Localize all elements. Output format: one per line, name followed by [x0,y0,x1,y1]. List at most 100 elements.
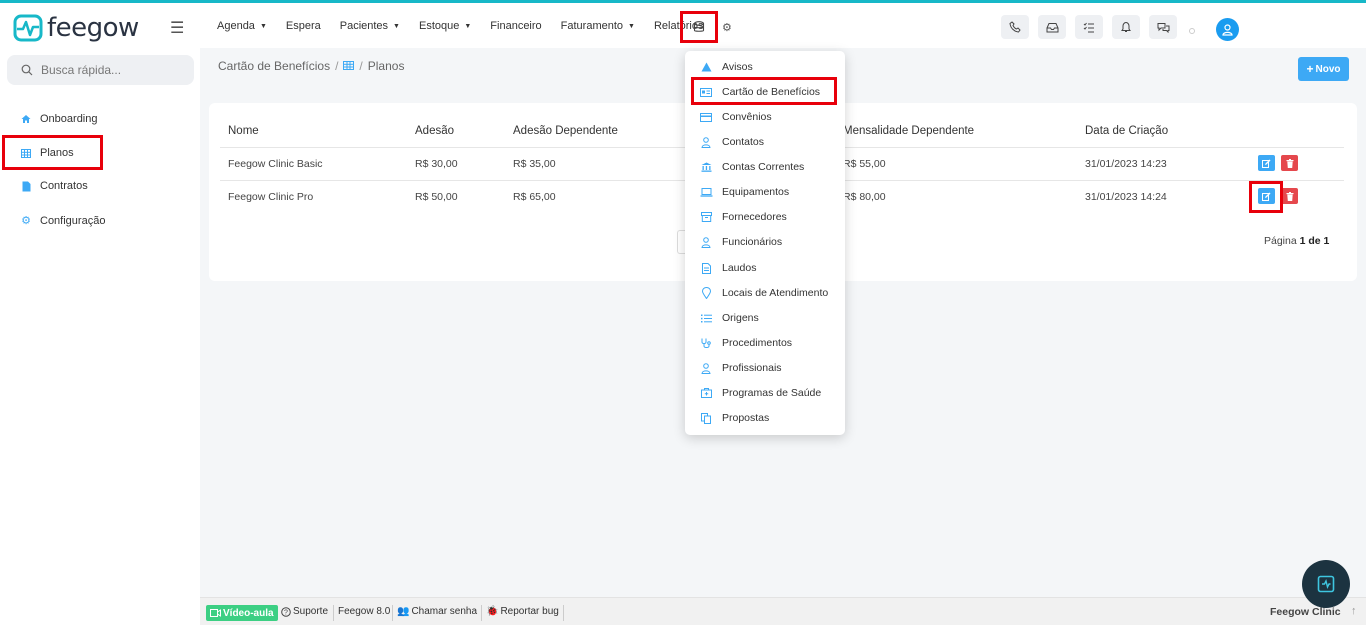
menu-item-convenios[interactable]: Convênios [699,109,772,125]
footer-divider [333,605,334,621]
version-label: Feegow 8.0 [338,606,391,617]
support-chat-icon [1317,575,1335,593]
gear-icon[interactable]: ⚙ [722,21,732,34]
menu-item-programas-saude[interactable]: Programas de Saúde [699,385,821,401]
avatar[interactable] [1216,18,1239,41]
column-header-mensalidade-dependente: Mensalidade Dependente [843,125,975,137]
logo[interactable]: feegow [13,13,139,43]
column-header-adesao-dependente: Adesão Dependente [513,125,618,137]
footer-bar: Vídeo-aula ? Suporte Feegow 8.0 👥 Chamar… [200,597,1366,625]
inbox-icon[interactable] [1038,15,1066,39]
cell-data-criacao: 31/01/2023 14:24 [1085,191,1167,203]
breadcrumb: Cartão de Benefícios / / Planos [218,59,404,73]
nav-agenda[interactable]: Agenda ▼ [217,20,267,32]
nav-pacientes[interactable]: Pacientes ▼ [340,20,400,32]
chat-icon[interactable] [1149,15,1177,39]
edit-icon [1262,159,1271,168]
edit-button[interactable] [1258,155,1275,171]
sidebar: Busca rápida... Onboarding Planos Contra… [0,48,200,625]
phone-icon[interactable] [1001,15,1029,39]
footer-divider [481,605,482,621]
pulse-logo-icon [13,14,43,42]
user-icon [699,136,713,148]
new-button[interactable]: + Novo [1298,57,1349,81]
user-icon [1222,23,1233,36]
menu-item-propostas[interactable]: Propostas [699,410,769,426]
table-icon [343,59,355,73]
breadcrumb-parent[interactable]: Cartão de Benefícios [218,59,330,73]
menu-item-origens[interactable]: Origens [699,310,759,326]
menu-item-avisos[interactable]: Avisos [699,59,753,75]
cell-mensalidade-dependente: R$ 55,00 [843,158,886,170]
menu-toggle-icon[interactable]: ☰ [170,18,184,38]
sidebar-item-contratos[interactable]: Contratos [20,180,88,192]
user-icon [699,236,713,248]
help-icon: ? [281,606,291,617]
warning-icon [699,62,713,72]
caret-down-icon: ▼ [259,23,267,30]
search-placeholder: Busca rápida... [41,63,122,77]
list-icon [699,314,713,323]
svg-text:?: ? [284,609,288,616]
cell-adesao: R$ 30,00 [415,158,458,170]
highlight-box-cartao [691,77,837,105]
document-icon [699,262,713,274]
database-menu-button[interactable] [680,11,718,43]
column-header-adesao: Adesão [415,125,455,137]
report-bug-link[interactable]: 🐞 Reportar bug [486,606,559,617]
sidebar-item-label: Contratos [40,180,88,192]
search-input[interactable]: Busca rápida... [7,55,194,85]
people-icon: 👥 [397,606,410,617]
gear-icon: ⚙ [21,215,31,227]
stethoscope-icon [699,338,713,349]
column-header-data-criacao: Data de Criação [1085,125,1169,137]
bell-icon[interactable] [1112,15,1140,39]
sidebar-item-configuracao[interactable]: ⚙ Configuração [20,214,105,228]
cell-nome: Feegow Clinic Pro [228,191,314,203]
menu-item-profissionais[interactable]: Profissionais [699,360,782,376]
location-pin-icon [699,287,713,299]
menu-item-contatos[interactable]: Contatos [699,134,764,150]
nav-estoque[interactable]: Estoque ▼ [419,20,471,32]
cell-adesao-dependente: R$ 35,00 [513,158,556,170]
breadcrumb-separator: / [335,59,339,73]
support-link[interactable]: ? Suporte [281,606,328,617]
video-lesson-button[interactable]: Vídeo-aula [206,605,278,621]
caret-down-icon: ▼ [393,23,400,30]
menu-item-funcionarios[interactable]: Funcionários [699,234,782,250]
nav-faturamento[interactable]: Faturamento ▼ [561,20,635,32]
menu-item-procedimentos[interactable]: Procedimentos [699,335,792,351]
nav-espera[interactable]: Espera [286,20,321,32]
logo-text: feegow [47,13,139,43]
menu-item-fornecedores[interactable]: Fornecedores [699,209,787,225]
column-header-nome: Nome [228,125,259,137]
delete-button[interactable] [1281,155,1298,171]
menu-item-contas-correntes[interactable]: Contas Correntes [699,159,804,175]
breadcrumb-separator: / [359,59,363,73]
database-dropdown-menu: Avisos Cartão de Benefícios Convênios Co… [685,51,845,435]
menu-item-locais-atendimento[interactable]: Locais de Atendimento [699,285,828,301]
arrow-up-icon[interactable]: ↑ [1351,605,1357,617]
call-password-link[interactable]: 👥 Chamar senha [397,606,477,617]
nav-financeiro[interactable]: Financeiro [490,20,541,32]
pagination-info: Página 1 de 1 [1264,235,1330,247]
trash-icon [1286,191,1293,201]
caret-down-icon: ▼ [628,23,635,30]
sidebar-item-label: Onboarding [40,113,98,125]
search-icon [21,64,33,76]
footer-divider [392,605,393,621]
bug-icon: 🐞 [486,606,499,617]
user-icon [699,362,713,374]
breadcrumb-current: Planos [367,59,405,73]
chat-widget-button[interactable] [1302,560,1350,608]
menu-item-equipamentos[interactable]: Equipamentos [699,184,789,200]
checklist-icon[interactable] [1075,15,1103,39]
credit-card-icon [699,112,713,122]
sidebar-item-onboarding[interactable]: Onboarding [20,113,98,125]
menu-item-laudos[interactable]: Laudos [699,260,756,276]
delete-button[interactable] [1281,188,1298,204]
plus-icon: + [1306,62,1314,76]
highlight-box-planos [2,135,103,170]
trash-icon [1286,158,1293,168]
footer-brand: Feegow Clinic [1270,606,1341,618]
